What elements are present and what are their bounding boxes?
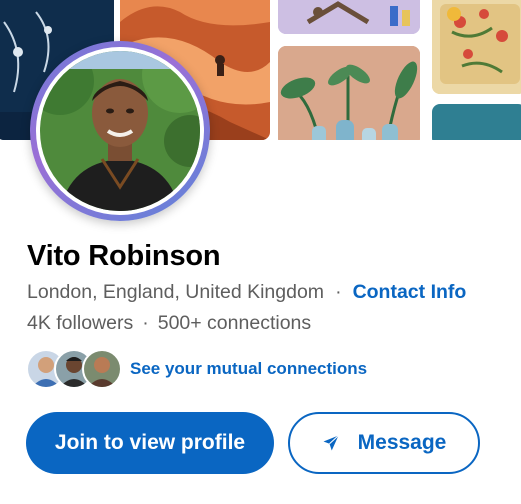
mutual-avatars xyxy=(26,349,122,389)
profile-name: Vito Robinson xyxy=(27,240,221,272)
connections-count: 500+ connections xyxy=(157,312,312,334)
followers-count: 4K followers xyxy=(27,312,134,334)
banner-image-yoga xyxy=(278,0,420,34)
separator-dot: · xyxy=(142,312,149,334)
banner-image-teal xyxy=(432,104,521,140)
send-icon xyxy=(323,435,339,451)
banner-image-focaccia xyxy=(432,0,521,94)
avatar-photo xyxy=(40,51,200,211)
profile-avatar xyxy=(30,41,210,221)
mutual-connections[interactable]: See your mutual connections xyxy=(26,348,367,390)
profile-location-line: London, England, United Kingdom · Contact … xyxy=(27,281,466,304)
mutual-connections-link[interactable]: See your mutual connections xyxy=(130,359,367,379)
separator-dot: · xyxy=(335,281,342,303)
mutual-avatar xyxy=(82,349,122,389)
banner-image-plants xyxy=(278,46,420,140)
message-button-label: Message xyxy=(357,431,447,454)
contact-info-link[interactable]: Contact Info xyxy=(353,281,467,303)
join-button-label: Join to view profile xyxy=(54,431,246,454)
profile-stats: 4K followers · 500+ connections xyxy=(27,312,311,335)
profile-location: London, England, United Kingdom xyxy=(27,281,325,303)
join-to-view-profile-button[interactable]: Join to view profile xyxy=(26,412,274,474)
message-button[interactable]: Message xyxy=(288,412,480,474)
